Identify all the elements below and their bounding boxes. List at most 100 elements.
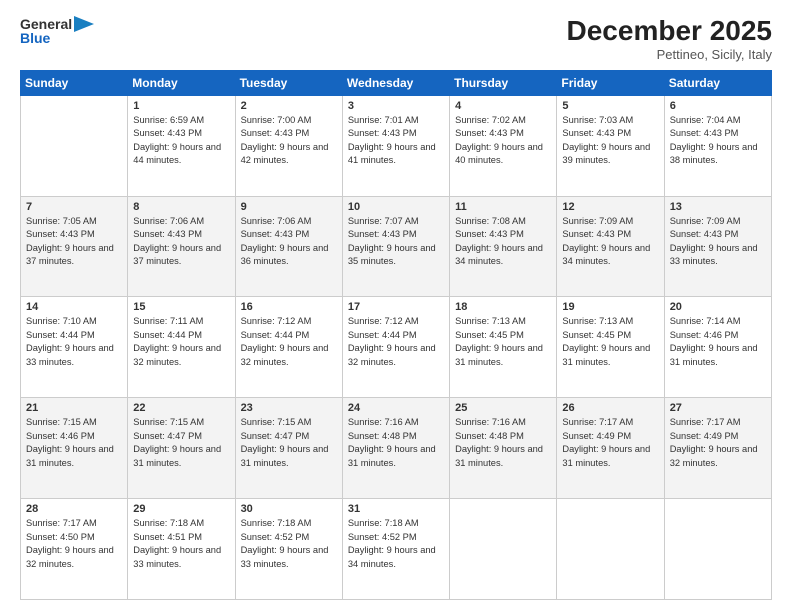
table-row: 11 Sunrise: 7:08 AMSunset: 4:43 PMDayligh…: [450, 196, 557, 297]
day-info: Sunrise: 7:05 AMSunset: 4:43 PMDaylight:…: [26, 215, 122, 269]
day-info: Sunrise: 7:15 AMSunset: 4:47 PMDaylight:…: [241, 416, 337, 470]
day-info: Sunrise: 7:17 AMSunset: 4:49 PMDaylight:…: [670, 416, 766, 470]
table-row: 14 Sunrise: 7:10 AMSunset: 4:44 PMDayligh…: [21, 297, 128, 398]
day-info: Sunrise: 7:12 AMSunset: 4:44 PMDaylight:…: [241, 315, 337, 369]
col-wednesday: Wednesday: [342, 70, 449, 95]
table-row: 27 Sunrise: 7:17 AMSunset: 4:49 PMDayligh…: [664, 398, 771, 499]
day-info: Sunrise: 7:09 AMSunset: 4:43 PMDaylight:…: [562, 215, 658, 269]
calendar-week-row: 14 Sunrise: 7:10 AMSunset: 4:44 PMDayligh…: [21, 297, 772, 398]
table-row: 17 Sunrise: 7:12 AMSunset: 4:44 PMDayligh…: [342, 297, 449, 398]
day-number: 21: [26, 402, 122, 414]
day-number: 12: [562, 201, 658, 213]
calendar-week-row: 21 Sunrise: 7:15 AMSunset: 4:46 PMDayligh…: [21, 398, 772, 499]
table-row: 24 Sunrise: 7:16 AMSunset: 4:48 PMDayligh…: [342, 398, 449, 499]
day-info: Sunrise: 7:02 AMSunset: 4:43 PMDaylight:…: [455, 114, 551, 168]
col-thursday: Thursday: [450, 70, 557, 95]
day-number: 7: [26, 201, 122, 213]
table-row: 9 Sunrise: 7:06 AMSunset: 4:43 PMDaylight…: [235, 196, 342, 297]
table-row: 12 Sunrise: 7:09 AMSunset: 4:43 PMDayligh…: [557, 196, 664, 297]
logo: General Blue: [20, 16, 94, 46]
day-number: 4: [455, 100, 551, 112]
table-row: 6Sunrise: 7:04 AMSunset: 4:43 PMDaylight…: [664, 95, 771, 196]
day-info: Sunrise: 7:10 AMSunset: 4:44 PMDaylight:…: [26, 315, 122, 369]
table-row: 5 Sunrise: 7:03 AMSunset: 4:43 PMDaylight…: [557, 95, 664, 196]
day-info: Sunrise: 7:00 AMSunset: 4:43 PMDaylight:…: [241, 114, 337, 168]
calendar-week-row: 7 Sunrise: 7:05 AMSunset: 4:43 PMDaylight…: [21, 196, 772, 297]
day-info: Sunrise: 7:12 AMSunset: 4:44 PMDaylight:…: [348, 315, 444, 369]
day-number: 9: [241, 201, 337, 213]
table-row: 23Sunrise: 7:15 AMSunset: 4:47 PMDayligh…: [235, 398, 342, 499]
day-number: 28: [26, 503, 122, 515]
table-row: 2 Sunrise: 7:00 AMSunset: 4:43 PMDaylight…: [235, 95, 342, 196]
table-row: 3Sunrise: 7:01 AMSunset: 4:43 PMDaylight…: [342, 95, 449, 196]
location-subtitle: Pettineo, Sicily, Italy: [567, 47, 772, 62]
day-info: Sunrise: 7:11 AMSunset: 4:44 PMDaylight:…: [133, 315, 229, 369]
day-number: 1: [133, 100, 229, 112]
day-number: 2: [241, 100, 337, 112]
day-number: 24: [348, 402, 444, 414]
day-number: 8: [133, 201, 229, 213]
title-block: December 2025 Pettineo, Sicily, Italy: [567, 16, 772, 62]
table-row: 8 Sunrise: 7:06 AMSunset: 4:43 PMDaylight…: [128, 196, 235, 297]
day-number: 27: [670, 402, 766, 414]
col-monday: Monday: [128, 70, 235, 95]
day-number: 14: [26, 301, 122, 313]
day-number: 17: [348, 301, 444, 313]
col-sunday: Sunday: [21, 70, 128, 95]
table-row: 29Sunrise: 7:18 AMSunset: 4:51 PMDayligh…: [128, 499, 235, 600]
day-number: 29: [133, 503, 229, 515]
col-tuesday: Tuesday: [235, 70, 342, 95]
table-row: 28 Sunrise: 7:17 AMSunset: 4:50 PMDayligh…: [21, 499, 128, 600]
day-number: 15: [133, 301, 229, 313]
day-number: 18: [455, 301, 551, 313]
day-info: Sunrise: 7:13 AMSunset: 4:45 PMDaylight:…: [562, 315, 658, 369]
table-row: 16 Sunrise: 7:12 AMSunset: 4:44 PMDayligh…: [235, 297, 342, 398]
day-info: Sunrise: 7:06 AMSunset: 4:43 PMDaylight:…: [241, 215, 337, 269]
table-row: 25Sunrise: 7:16 AMSunset: 4:48 PMDayligh…: [450, 398, 557, 499]
table-row: 20 Sunrise: 7:14 AMSunset: 4:46 PMDayligh…: [664, 297, 771, 398]
logo-flag-icon: [74, 16, 94, 32]
table-row: 31Sunrise: 7:18 AMSunset: 4:52 PMDayligh…: [342, 499, 449, 600]
day-number: 11: [455, 201, 551, 213]
table-row: [557, 499, 664, 600]
day-info: Sunrise: 7:09 AMSunset: 4:43 PMDaylight:…: [670, 215, 766, 269]
table-row: 1 Sunrise: 6:59 AMSunset: 4:43 PMDaylight…: [128, 95, 235, 196]
day-info: Sunrise: 7:03 AMSunset: 4:43 PMDaylight:…: [562, 114, 658, 168]
day-info: Sunrise: 7:15 AMSunset: 4:46 PMDaylight:…: [26, 416, 122, 470]
calendar-table: Sunday Monday Tuesday Wednesday Thursday…: [20, 70, 772, 600]
day-info: Sunrise: 6:59 AMSunset: 4:43 PMDaylight:…: [133, 114, 229, 168]
table-row: 19 Sunrise: 7:13 AMSunset: 4:45 PMDayligh…: [557, 297, 664, 398]
day-info: Sunrise: 7:18 AMSunset: 4:52 PMDaylight:…: [241, 517, 337, 571]
day-info: Sunrise: 7:01 AMSunset: 4:43 PMDaylight:…: [348, 114, 444, 168]
day-number: 20: [670, 301, 766, 313]
table-row: 22Sunrise: 7:15 AMSunset: 4:47 PMDayligh…: [128, 398, 235, 499]
day-number: 31: [348, 503, 444, 515]
table-row: 18Sunrise: 7:13 AMSunset: 4:45 PMDayligh…: [450, 297, 557, 398]
day-number: 22: [133, 402, 229, 414]
day-info: Sunrise: 7:14 AMSunset: 4:46 PMDaylight:…: [670, 315, 766, 369]
day-number: 16: [241, 301, 337, 313]
table-row: 21 Sunrise: 7:15 AMSunset: 4:46 PMDayligh…: [21, 398, 128, 499]
day-info: Sunrise: 7:17 AMSunset: 4:49 PMDaylight:…: [562, 416, 658, 470]
day-number: 5: [562, 100, 658, 112]
table-row: 10Sunrise: 7:07 AMSunset: 4:43 PMDayligh…: [342, 196, 449, 297]
calendar-week-row: 28 Sunrise: 7:17 AMSunset: 4:50 PMDayligh…: [21, 499, 772, 600]
day-info: Sunrise: 7:06 AMSunset: 4:43 PMDaylight:…: [133, 215, 229, 269]
page: General Blue December 2025 Pettineo, Sic…: [0, 0, 792, 612]
day-info: Sunrise: 7:16 AMSunset: 4:48 PMDaylight:…: [455, 416, 551, 470]
table-row: 30 Sunrise: 7:18 AMSunset: 4:52 PMDayligh…: [235, 499, 342, 600]
table-row: [664, 499, 771, 600]
day-info: Sunrise: 7:08 AMSunset: 4:43 PMDaylight:…: [455, 215, 551, 269]
table-row: 13 Sunrise: 7:09 AMSunset: 4:43 PMDayligh…: [664, 196, 771, 297]
col-friday: Friday: [557, 70, 664, 95]
day-number: 13: [670, 201, 766, 213]
day-info: Sunrise: 7:16 AMSunset: 4:48 PMDaylight:…: [348, 416, 444, 470]
day-number: 19: [562, 301, 658, 313]
day-number: 30: [241, 503, 337, 515]
calendar-header-row: Sunday Monday Tuesday Wednesday Thursday…: [21, 70, 772, 95]
logo-text-blue: Blue: [20, 30, 50, 46]
day-number: 10: [348, 201, 444, 213]
table-row: 15 Sunrise: 7:11 AMSunset: 4:44 PMDayligh…: [128, 297, 235, 398]
table-row: [21, 95, 128, 196]
day-info: Sunrise: 7:17 AMSunset: 4:50 PMDaylight:…: [26, 517, 122, 571]
